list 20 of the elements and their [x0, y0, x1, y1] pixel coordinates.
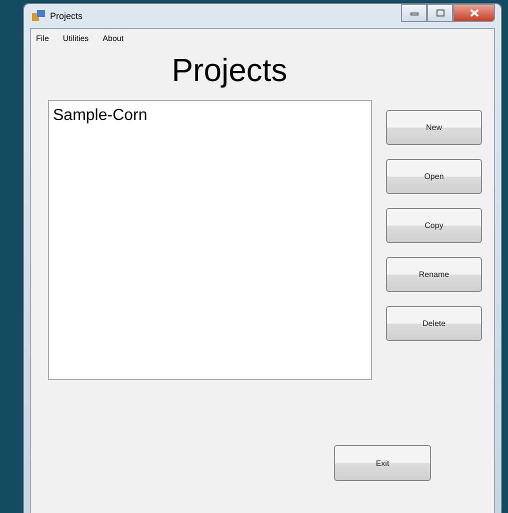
maximize-button[interactable] [427, 4, 453, 22]
project-list[interactable]: Sample-Corn [48, 100, 372, 380]
close-button[interactable] [453, 4, 495, 22]
menu-item[interactable]: File [36, 34, 49, 46]
app-icon [32, 10, 45, 22]
minimize-button[interactable] [401, 4, 427, 22]
project-item[interactable]: Sample-Corn [51, 107, 150, 125]
exit-button[interactable]: Exit [334, 445, 431, 481]
action-button[interactable]: Delete [386, 306, 482, 341]
window-title: Projects [50, 11, 83, 21]
close-icon [470, 9, 478, 17]
action-button[interactable]: Rename [386, 257, 482, 292]
menu-item[interactable]: Utilities [62, 34, 89, 46]
action-button[interactable]: New [386, 110, 482, 145]
menu-item[interactable]: About [102, 34, 124, 46]
action-button[interactable]: Copy [386, 208, 482, 243]
maximize-icon [436, 9, 444, 17]
page-heading: Projects [170, 52, 288, 88]
minimize-icon [410, 10, 418, 16]
action-button[interactable]: Open [386, 159, 482, 194]
